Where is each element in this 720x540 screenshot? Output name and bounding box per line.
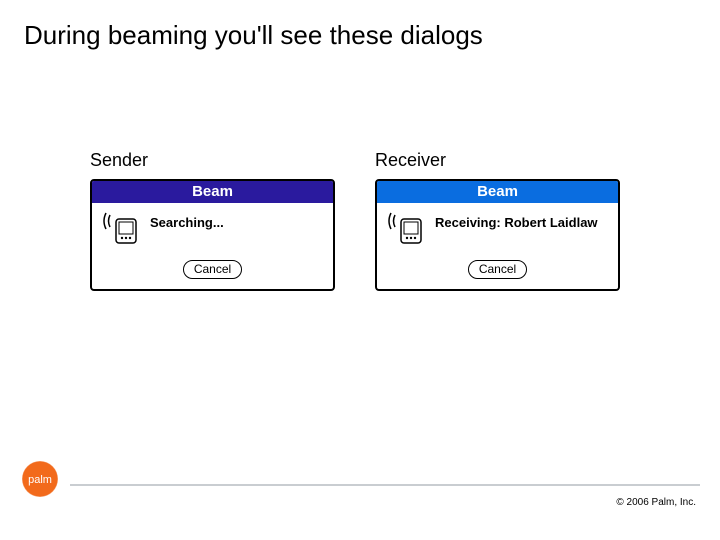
panels-row: Sender Beam Searching...: [90, 150, 620, 291]
sender-dialog-footer: Cancel: [92, 256, 333, 289]
sender-cancel-button[interactable]: Cancel: [183, 260, 242, 279]
palm-logo-icon: palm: [20, 459, 60, 504]
receiver-panel: Receiver Beam Receiving: Robert Laidlaw: [375, 150, 620, 291]
receiver-dialog: Beam Receiving: Robert Laidlaw C: [375, 179, 620, 291]
sender-dialog: Beam Searching... Cancel: [90, 179, 335, 291]
beam-icon: [387, 211, 425, 250]
sender-status-text: Searching...: [150, 211, 224, 231]
slide-title: During beaming you'll see these dialogs: [24, 20, 483, 51]
receiver-status-text: Receiving: Robert Laidlaw: [435, 211, 598, 231]
copyright-text: © 2006 Palm, Inc.: [616, 497, 696, 508]
sender-label: Sender: [90, 150, 335, 171]
receiver-cancel-button[interactable]: Cancel: [468, 260, 527, 279]
palm-logo-text: palm: [28, 474, 52, 486]
receiver-dialog-title: Beam: [377, 181, 618, 203]
sender-dialog-body: Searching...: [92, 203, 333, 256]
sender-dialog-title: Beam: [92, 181, 333, 203]
sender-panel: Sender Beam Searching...: [90, 150, 335, 291]
beam-icon: [102, 211, 140, 250]
receiver-dialog-body: Receiving: Robert Laidlaw: [377, 203, 618, 256]
receiver-dialog-footer: Cancel: [377, 256, 618, 289]
receiver-label: Receiver: [375, 150, 620, 171]
footer-divider: [70, 484, 700, 486]
